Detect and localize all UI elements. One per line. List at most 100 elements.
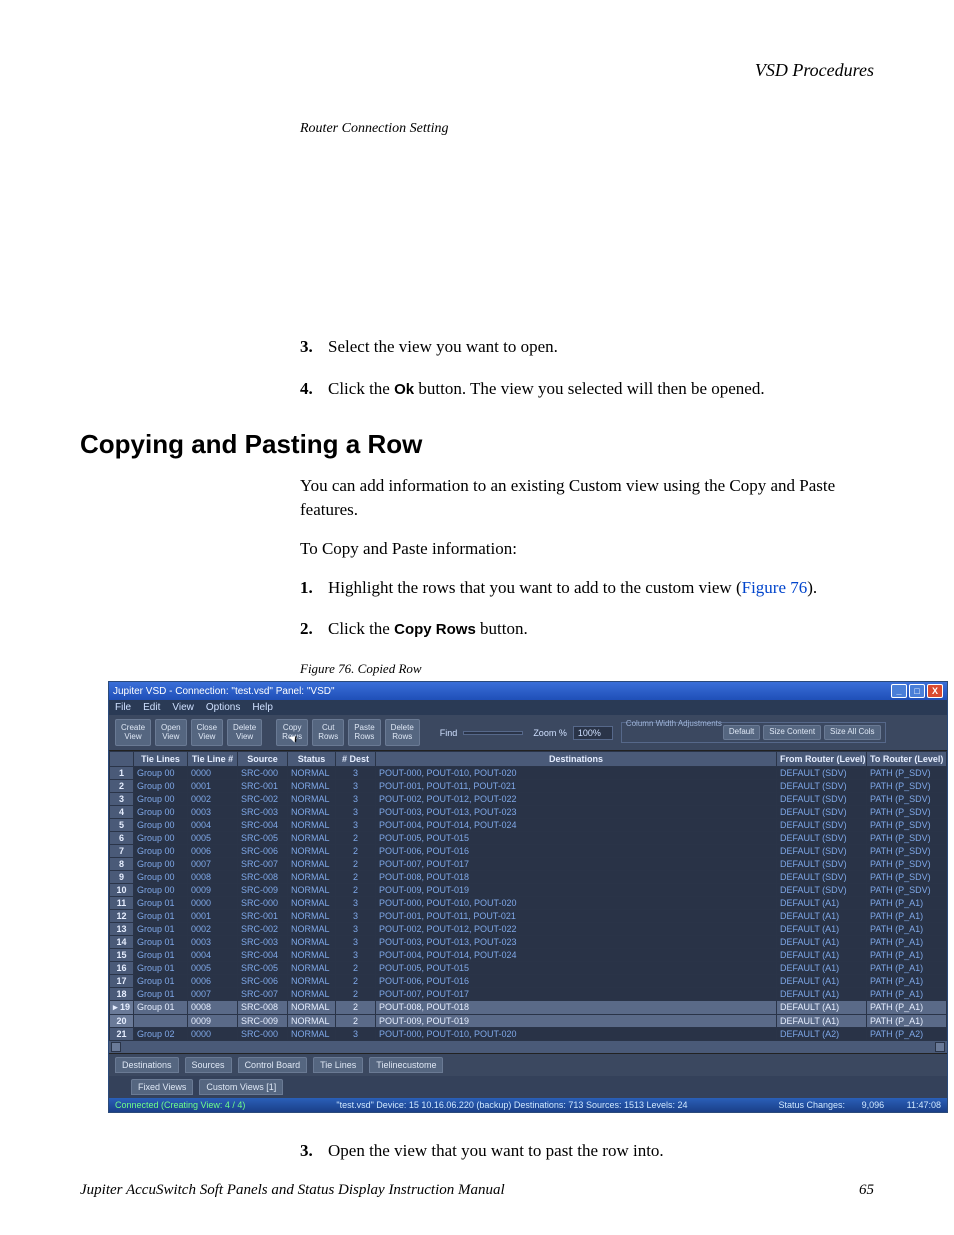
cell-ndest[interactable]: 2: [336, 870, 376, 883]
cell-tielines[interactable]: Group 00: [134, 805, 188, 818]
col-header-tielines[interactable]: Tie Lines: [134, 751, 188, 766]
cell-destinations[interactable]: POUT-005, POUT-015: [376, 831, 777, 844]
copy-rows-button[interactable]: Copy Rows: [276, 719, 308, 746]
cell-tieline-num[interactable]: 0003: [188, 935, 238, 948]
cell-to-router[interactable]: PATH (P_SDV): [867, 766, 947, 779]
row-number[interactable]: 6: [110, 831, 134, 844]
cell-source[interactable]: SRC-001: [238, 779, 288, 792]
cell-ndest[interactable]: 3: [336, 909, 376, 922]
delete-rows-button[interactable]: Delete Rows: [385, 719, 420, 746]
data-grid[interactable]: Tie Lines Tie Line # Source Status # Des…: [109, 751, 947, 1053]
cell-destinations[interactable]: POUT-007, POUT-017: [376, 987, 777, 1000]
row-number[interactable]: 2: [110, 779, 134, 792]
cell-destinations[interactable]: POUT-008, POUT-018: [376, 1000, 777, 1014]
cell-tielines[interactable]: Group 01: [134, 961, 188, 974]
cell-to-router[interactable]: PATH (P_SDV): [867, 883, 947, 896]
menu-edit[interactable]: Edit: [143, 702, 160, 713]
cell-tieline-num[interactable]: 0008: [188, 870, 238, 883]
cell-ndest[interactable]: 2: [336, 1014, 376, 1027]
cell-to-router[interactable]: PATH (P_A1): [867, 974, 947, 987]
col-size-content-button[interactable]: Size Content: [763, 725, 821, 739]
cell-status[interactable]: NORMAL: [288, 896, 336, 909]
cell-status[interactable]: NORMAL: [288, 831, 336, 844]
cell-tielines[interactable]: Group 02: [134, 1027, 188, 1040]
cell-source[interactable]: SRC-000: [238, 896, 288, 909]
tab-tie-lines[interactable]: Tie Lines: [313, 1057, 363, 1073]
cell-from-router[interactable]: DEFAULT (A1): [777, 961, 867, 974]
cell-destinations[interactable]: POUT-002, POUT-012, POUT-022: [376, 792, 777, 805]
cell-source[interactable]: SRC-008: [238, 870, 288, 883]
cell-tieline-num[interactable]: 0002: [188, 922, 238, 935]
cell-from-router[interactable]: DEFAULT (SDV): [777, 779, 867, 792]
cell-destinations[interactable]: POUT-003, POUT-013, POUT-023: [376, 805, 777, 818]
scroll-left-icon[interactable]: [111, 1042, 121, 1052]
table-row[interactable]: 18Group 010007SRC-007NORMAL2POUT-007, PO…: [110, 987, 947, 1000]
cell-tielines[interactable]: Group 00: [134, 831, 188, 844]
row-number[interactable]: 16: [110, 961, 134, 974]
cell-ndest[interactable]: 2: [336, 844, 376, 857]
cell-status[interactable]: NORMAL: [288, 987, 336, 1000]
row-number[interactable]: 13: [110, 922, 134, 935]
table-row[interactable]: 21Group 020000SRC-000NORMAL3POUT-000, PO…: [110, 1027, 947, 1040]
table-row[interactable]: 3Group 000002SRC-002NORMAL3POUT-002, POU…: [110, 792, 947, 805]
tab-fixed-views[interactable]: Fixed Views: [131, 1079, 193, 1095]
cell-tielines[interactable]: Group 00: [134, 857, 188, 870]
cell-tielines[interactable]: Group 00: [134, 870, 188, 883]
table-row[interactable]: 11Group 010000SRC-000NORMAL3POUT-000, PO…: [110, 896, 947, 909]
col-header-ndest[interactable]: # Dest: [336, 751, 376, 766]
cell-from-router[interactable]: DEFAULT (SDV): [777, 818, 867, 831]
table-row[interactable]: 7Group 000006SRC-006NORMAL2POUT-006, POU…: [110, 844, 947, 857]
cell-source[interactable]: SRC-002: [238, 792, 288, 805]
cell-to-router[interactable]: PATH (P_SDV): [867, 857, 947, 870]
cell-tielines[interactable]: Group 01: [134, 987, 188, 1000]
col-header-destinations[interactable]: Destinations: [376, 751, 777, 766]
cell-to-router[interactable]: PATH (P_SDV): [867, 870, 947, 883]
cell-destinations[interactable]: POUT-006, POUT-016: [376, 844, 777, 857]
menu-help[interactable]: Help: [252, 702, 273, 713]
cell-tieline-num[interactable]: 0009: [188, 1014, 238, 1027]
tab-control-board[interactable]: Control Board: [238, 1057, 308, 1073]
cell-from-router[interactable]: DEFAULT (SDV): [777, 766, 867, 779]
cell-from-router[interactable]: DEFAULT (SDV): [777, 857, 867, 870]
cell-tieline-num[interactable]: 0005: [188, 831, 238, 844]
figure-link[interactable]: Figure 76: [742, 578, 808, 597]
cell-tieline-num[interactable]: 0006: [188, 844, 238, 857]
cell-destinations[interactable]: POUT-007, POUT-017: [376, 857, 777, 870]
tab-custom-views[interactable]: Custom Views [1]: [199, 1079, 283, 1095]
cell-tielines[interactable]: Group 01: [134, 974, 188, 987]
cell-to-router[interactable]: PATH (P_A1): [867, 948, 947, 961]
cell-source[interactable]: SRC-006: [238, 844, 288, 857]
cell-tielines[interactable]: Group 01: [134, 1000, 188, 1014]
cell-destinations[interactable]: POUT-006, POUT-016: [376, 974, 777, 987]
cell-tieline-num[interactable]: 0004: [188, 948, 238, 961]
cell-status[interactable]: NORMAL: [288, 961, 336, 974]
cell-destinations[interactable]: POUT-009, POUT-019: [376, 1014, 777, 1027]
cell-ndest[interactable]: 3: [336, 805, 376, 818]
cell-to-router[interactable]: PATH (P_A1): [867, 909, 947, 922]
cell-tieline-num[interactable]: 0004: [188, 818, 238, 831]
col-default-button[interactable]: Default: [723, 725, 760, 739]
cell-ndest[interactable]: 3: [336, 948, 376, 961]
cell-ndest[interactable]: 2: [336, 857, 376, 870]
cell-tielines[interactable]: Group 00: [134, 779, 188, 792]
cell-destinations[interactable]: POUT-004, POUT-014, POUT-024: [376, 948, 777, 961]
row-number[interactable]: 17: [110, 974, 134, 987]
scroll-right-icon[interactable]: [935, 1042, 945, 1052]
col-header-from-router[interactable]: From Router (Level): [777, 751, 867, 766]
tab-tielinecustome[interactable]: Tielinecustome: [369, 1057, 443, 1073]
cell-source[interactable]: SRC-000: [238, 766, 288, 779]
cell-ndest[interactable]: 3: [336, 818, 376, 831]
cell-status[interactable]: NORMAL: [288, 883, 336, 896]
cell-source[interactable]: SRC-008: [238, 1000, 288, 1014]
cell-tielines[interactable]: Group 01: [134, 935, 188, 948]
row-number[interactable]: 9: [110, 870, 134, 883]
table-row[interactable]: 2Group 000001SRC-001NORMAL3POUT-001, POU…: [110, 779, 947, 792]
row-number[interactable]: 10: [110, 883, 134, 896]
cell-ndest[interactable]: 3: [336, 935, 376, 948]
cell-tieline-num[interactable]: 0007: [188, 857, 238, 870]
col-size-all-button[interactable]: Size All Cols: [824, 725, 880, 739]
cell-tieline-num[interactable]: 0000: [188, 896, 238, 909]
table-row[interactable]: 15Group 010004SRC-004NORMAL3POUT-004, PO…: [110, 948, 947, 961]
cell-to-router[interactable]: PATH (P_A1): [867, 987, 947, 1000]
col-header-rownum[interactable]: [110, 751, 134, 766]
